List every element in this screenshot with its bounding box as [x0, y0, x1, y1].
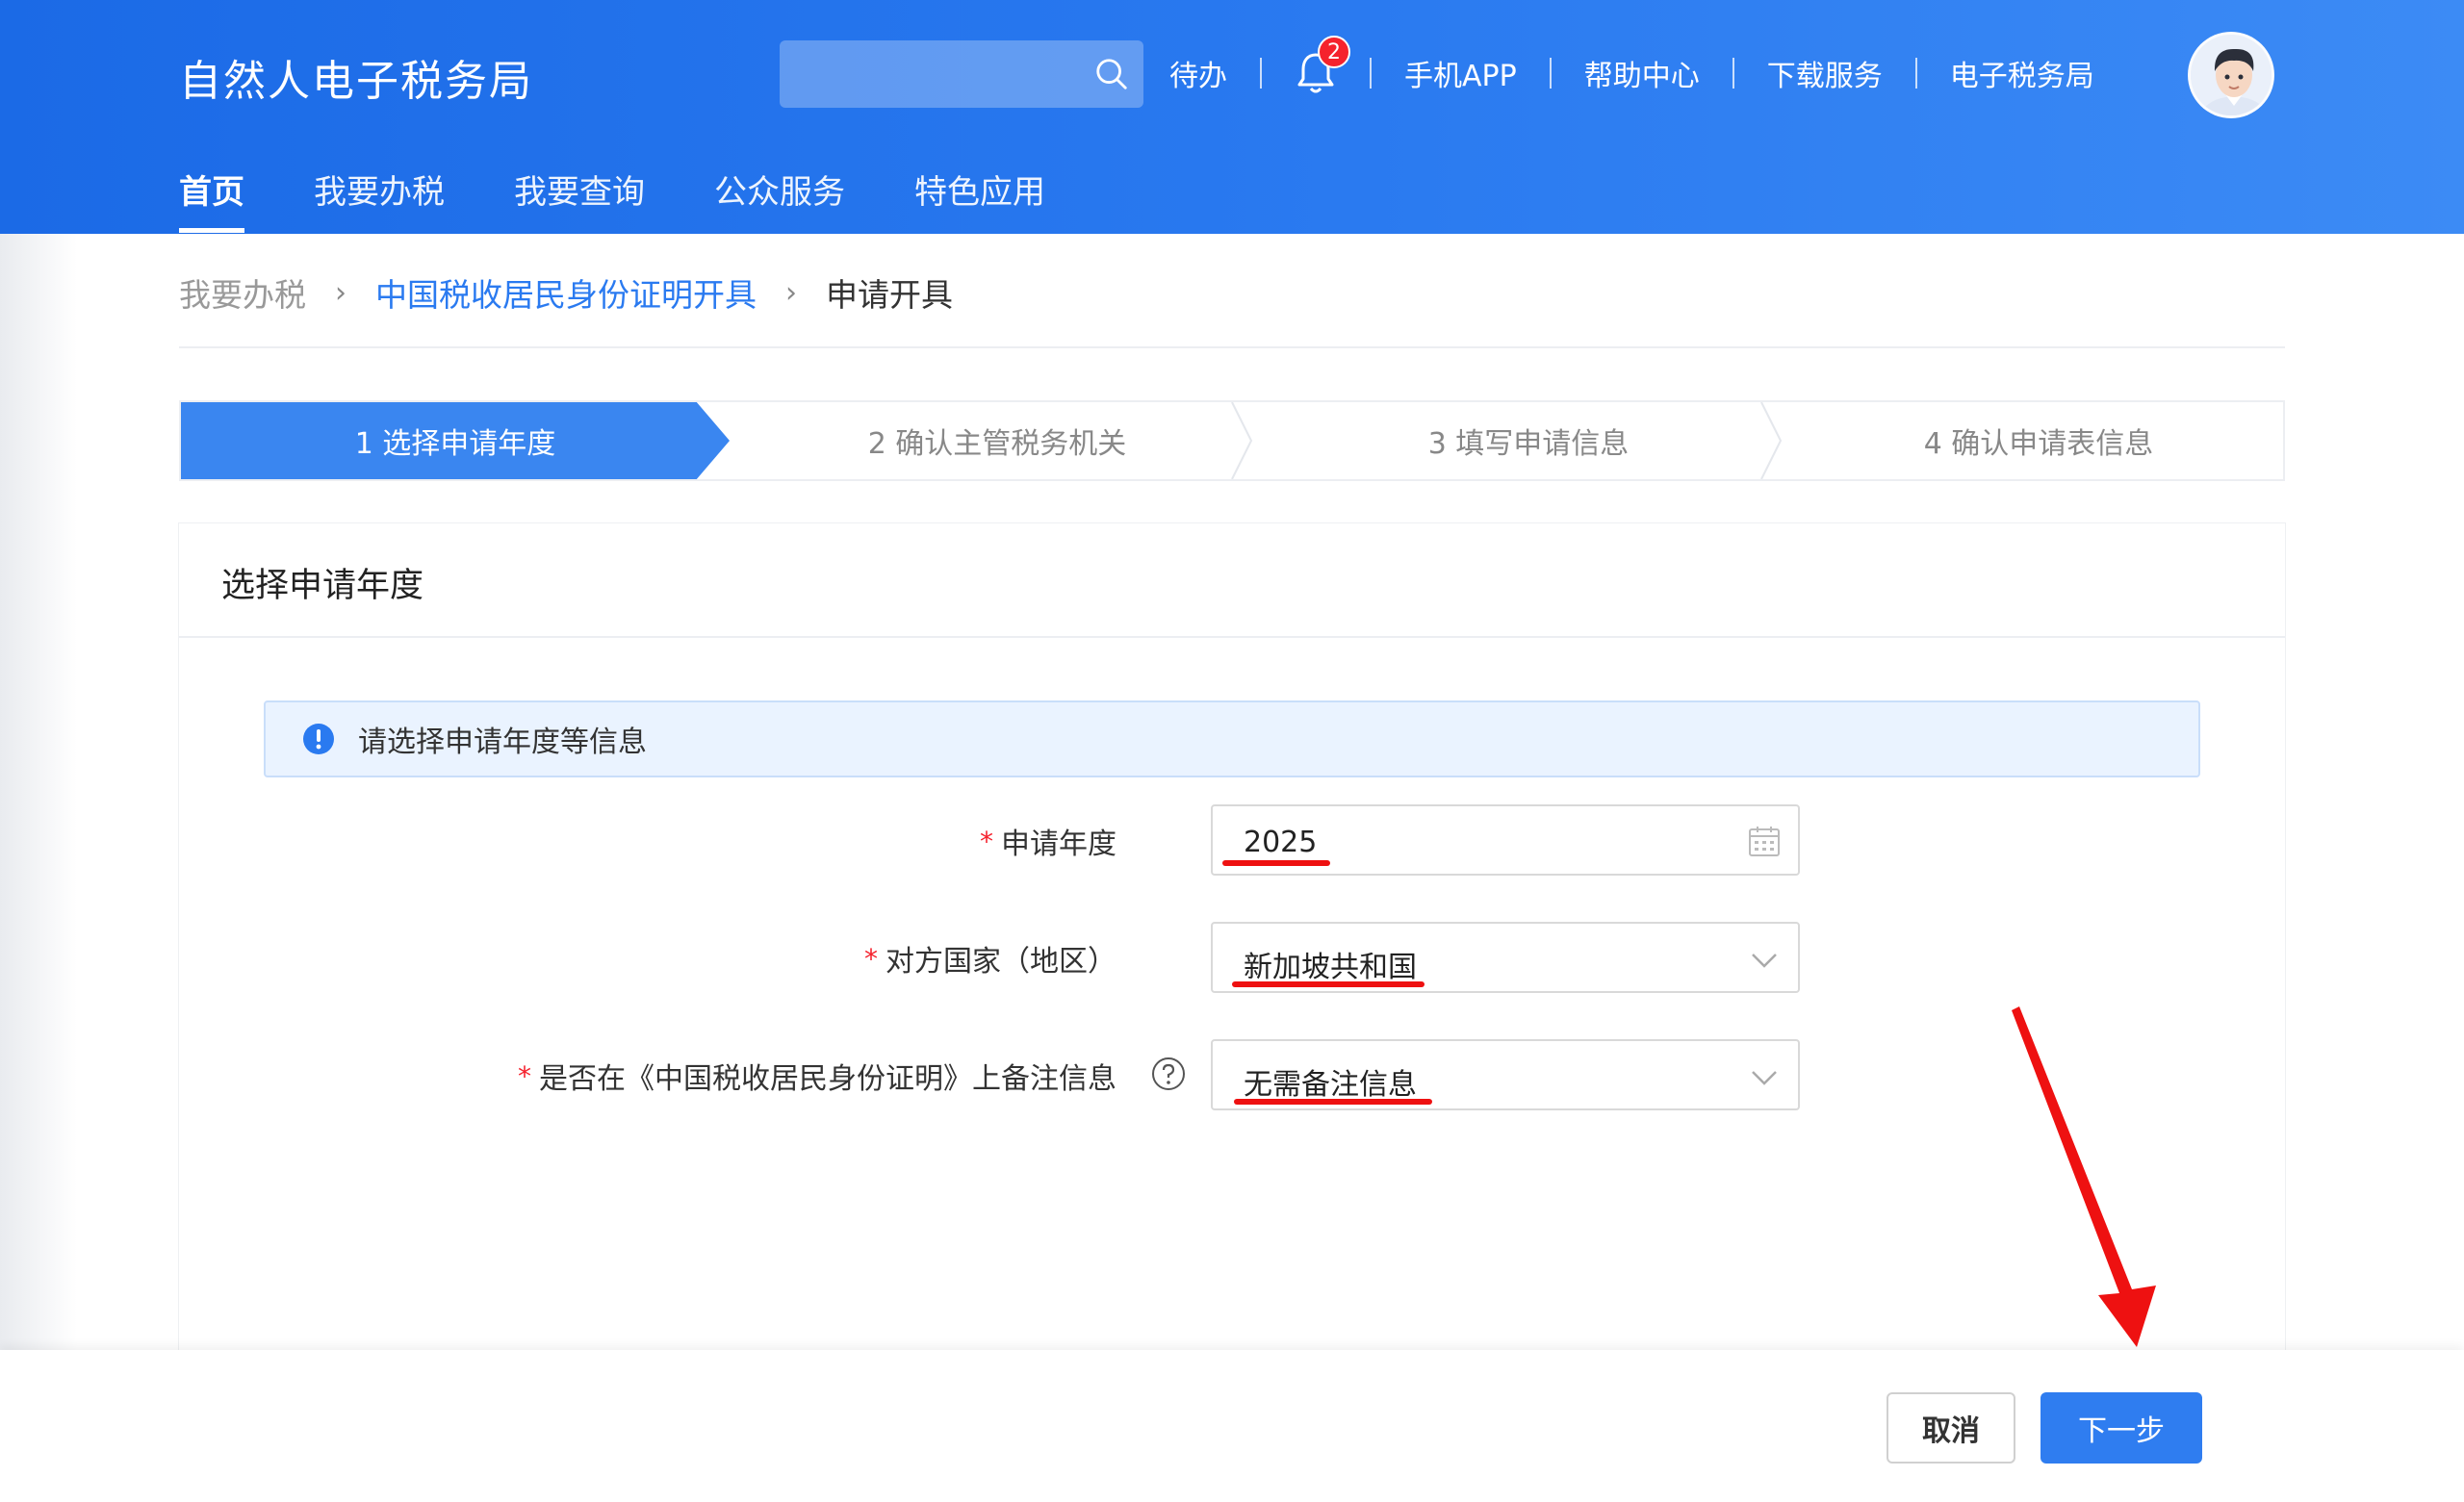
info-notice: 请选择申请年度等信息 — [264, 700, 2200, 777]
divider — [1732, 58, 1734, 89]
form-row-remark: * 是否在《中国税收居民身份证明》上备注信息 无需备注信息 — [179, 1039, 2285, 1110]
nav-public-service[interactable]: 公众服务 — [714, 165, 845, 233]
user-avatar[interactable] — [2188, 32, 2274, 118]
remark-label: * 是否在《中国税收居民身份证明》上备注信息 — [518, 1055, 1116, 1097]
chevron-right-icon: › — [335, 275, 346, 310]
remark-value: 无需备注信息 — [1244, 1068, 1417, 1102]
red-underline-annotation — [1222, 860, 1330, 866]
todo-link[interactable]: 待办 — [1169, 52, 1227, 94]
step-1: 1 选择申请年度 — [181, 402, 730, 479]
divider — [1260, 58, 1262, 89]
country-label: * 对方国家（地区） — [864, 937, 1116, 980]
country-label-text: 对方国家（地区） — [886, 945, 1116, 979]
mobile-app-link[interactable]: 手机APP — [1404, 52, 1517, 94]
required-mark: * — [864, 942, 878, 975]
step-3: 3 填写申请信息 — [1427, 427, 1630, 461]
card-divider — [179, 636, 2285, 638]
remark-select[interactable]: 无需备注信息 — [1211, 1039, 1800, 1110]
breadcrumb: 我要办税 › 中国税收居民身份证明开具 › 申请开具 — [179, 269, 953, 316]
next-step-button[interactable]: 下一步 — [2040, 1392, 2202, 1464]
year-value: 2025 — [1244, 826, 1318, 859]
country-select[interactable]: 新加坡共和国 — [1211, 922, 1800, 993]
site-logo[interactable]: 自然人电子税务局 — [179, 46, 533, 108]
step-indicator: 1 选择申请年度 2 确认主管税务机关 3 填写申请信息 4 确认申请表信息 — [179, 400, 2285, 481]
cancel-button[interactable]: 取消 — [1886, 1392, 2015, 1464]
breadcrumb-item-current: 申请开具 — [826, 276, 953, 314]
red-arrow-annotation — [2012, 1006, 2156, 1347]
notification-button[interactable]: 2 — [1295, 36, 1350, 95]
help-center-link[interactable]: 帮助中心 — [1584, 52, 1700, 94]
required-mark: * — [980, 825, 993, 857]
action-footer: 取消 下一步 — [0, 1350, 2464, 1502]
calendar-icon[interactable] — [1746, 824, 1783, 860]
divider — [1914, 58, 1917, 89]
form-row-year: * 申请年度 2025 — [179, 804, 2285, 876]
top-header: 自然人电子税务局 待办 2 手机APP 帮助中心 下载服务 电子税务局 首页 我… — [0, 0, 2464, 234]
nav-featured-apps[interactable]: 特色应用 — [914, 165, 1045, 233]
avatar-icon — [2191, 35, 2272, 115]
search-icon[interactable] — [1093, 56, 1130, 92]
top-links: 待办 2 手机APP 帮助中心 下载服务 电子税务局 — [1169, 36, 2094, 96]
breadcrumb-divider — [179, 346, 2285, 348]
required-mark: * — [518, 1059, 531, 1092]
red-underline-annotation — [1234, 1099, 1432, 1105]
country-value: 新加坡共和国 — [1244, 951, 1417, 984]
year-picker[interactable]: 2025 — [1211, 804, 1800, 876]
breadcrumb-item-tax-handling[interactable]: 我要办税 — [179, 269, 306, 316]
step-separator — [1231, 402, 1253, 479]
remark-label-text: 是否在《中国税收居民身份证明》上备注信息 — [539, 1062, 1116, 1096]
nav-home[interactable]: 首页 — [179, 165, 244, 233]
main-nav: 首页 我要办税 我要查询 公众服务 特色应用 — [179, 165, 1115, 233]
chevron-right-icon: › — [785, 275, 797, 310]
form-row-country: * 对方国家（地区） 新加坡共和国 — [179, 922, 2285, 993]
etax-link[interactable]: 电子税务局 — [1950, 52, 2094, 94]
year-label-text: 申请年度 — [1001, 827, 1116, 861]
red-underline-annotation — [1232, 981, 1424, 987]
form-card: 选择申请年度 请选择申请年度等信息 * 申请年度 2025 * 对方国家（地区）… — [179, 523, 2285, 1351]
step-separator — [1760, 402, 1783, 479]
info-icon — [303, 724, 334, 754]
step-4: 4 确认申请表信息 — [1923, 427, 2154, 461]
card-title: 选择申请年度 — [221, 567, 424, 605]
nav-tax-handling[interactable]: 我要办税 — [314, 165, 445, 233]
divider — [1549, 58, 1552, 89]
search-input[interactable] — [780, 40, 1143, 108]
side-shade — [0, 234, 77, 1502]
question-icon[interactable] — [1151, 1056, 1186, 1091]
chevron-down-icon[interactable] — [1746, 1058, 1783, 1095]
divider — [1370, 58, 1372, 89]
chevron-down-icon[interactable] — [1746, 941, 1783, 978]
breadcrumb-item-certificate[interactable]: 中国税收居民身份证明开具 — [375, 269, 757, 316]
nav-query[interactable]: 我要查询 — [514, 165, 645, 233]
year-label: * 申请年度 — [980, 820, 1116, 862]
download-link[interactable]: 下载服务 — [1767, 52, 1883, 94]
notification-badge: 2 — [1318, 36, 1350, 68]
step-2: 2 确认主管税务机关 — [867, 427, 1127, 461]
notice-text: 请选择申请年度等信息 — [358, 726, 647, 759]
